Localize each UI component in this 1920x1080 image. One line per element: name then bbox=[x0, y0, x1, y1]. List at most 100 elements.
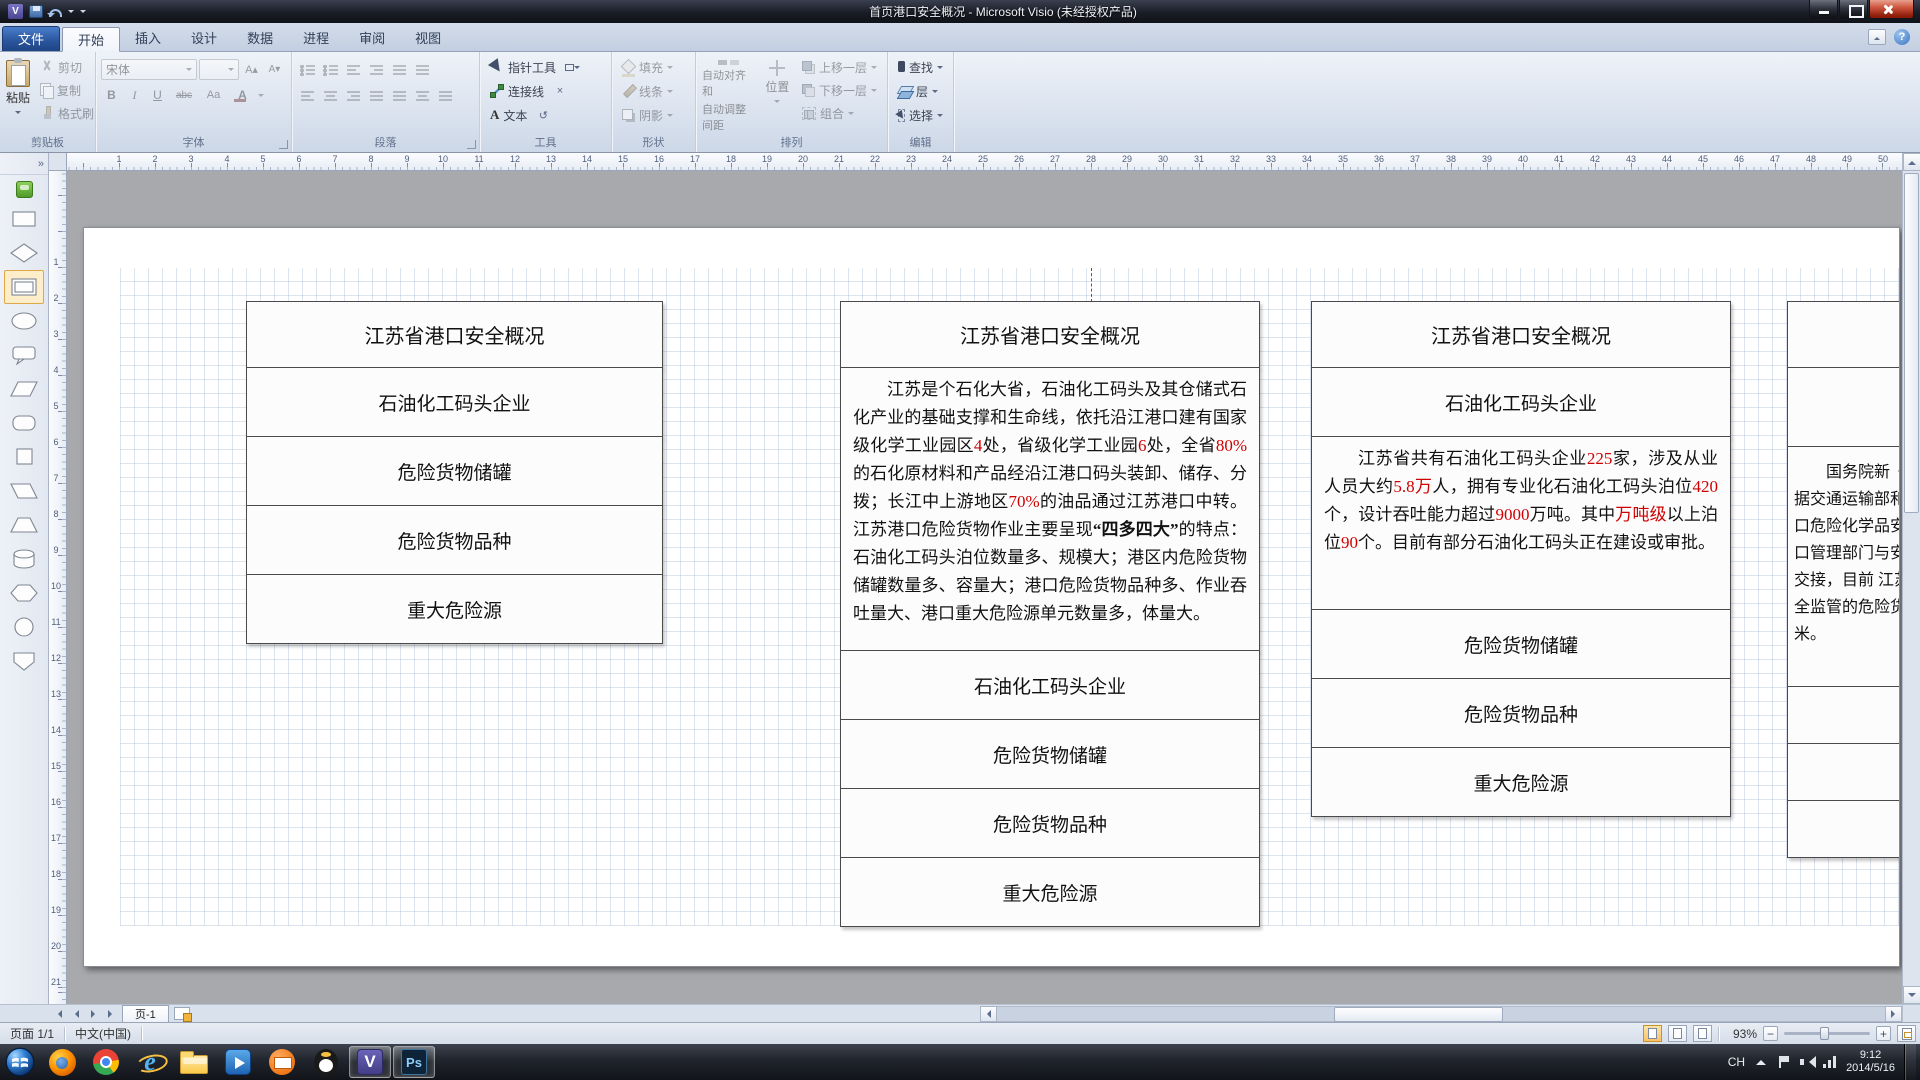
flow-box-menu[interactable]: 重大危险源 bbox=[246, 574, 663, 644]
align-middle-button[interactable] bbox=[412, 86, 433, 106]
drawing-canvas[interactable]: 江苏省港口安全概况石油化工码头企业危险货物储罐危险货物品种重大危险源 江苏省港口… bbox=[67, 171, 1902, 1004]
tab-view[interactable]: 视图 bbox=[400, 26, 456, 51]
flow-box-menu[interactable] bbox=[1787, 743, 1900, 801]
flow-box-title[interactable]: 江苏省港口安全概况 bbox=[1311, 301, 1731, 368]
text-direction-button[interactable] bbox=[412, 60, 433, 80]
font-name-select[interactable]: 宋体 bbox=[101, 59, 197, 80]
increase-indent-button[interactable] bbox=[366, 60, 387, 80]
flow-box-menu[interactable] bbox=[1787, 367, 1900, 447]
action-center-icon[interactable] bbox=[1777, 1055, 1791, 1069]
flow-box-paragraph[interactable]: 国务院新《据交通运输部和口危险化学品安口管理部门与安交接，目前 江苏全监管的危险… bbox=[1787, 446, 1900, 687]
font-color-button[interactable] bbox=[229, 85, 256, 105]
first-page-button[interactable] bbox=[51, 1006, 68, 1022]
change-case-button[interactable] bbox=[200, 85, 227, 105]
find-button[interactable]: 查找 bbox=[893, 56, 948, 78]
taskbar-qq[interactable] bbox=[305, 1046, 347, 1078]
help-icon[interactable] bbox=[1894, 29, 1910, 45]
full-screen-view-button[interactable] bbox=[1668, 1025, 1687, 1042]
start-button[interactable] bbox=[0, 1044, 40, 1080]
underline-button[interactable] bbox=[147, 85, 168, 105]
flow-box-menu[interactable]: 危险货物储罐 bbox=[1311, 609, 1731, 679]
stencil-shape-callout[interactable] bbox=[4, 338, 44, 372]
shadow-button[interactable]: 阴影 bbox=[617, 104, 690, 126]
maximize-button[interactable] bbox=[1839, 0, 1868, 19]
flow-box-menu[interactable]: 重大危险源 bbox=[840, 857, 1260, 927]
minimize-ribbon-icon[interactable] bbox=[1868, 29, 1886, 45]
align-center-button[interactable] bbox=[320, 86, 341, 106]
zoom-in-button[interactable]: + bbox=[1876, 1026, 1891, 1041]
flow-box-title[interactable]: 江苏省港口安全概况 bbox=[246, 301, 663, 368]
stencil-shape-circle[interactable] bbox=[4, 610, 44, 644]
stencil-shape-hexagon[interactable] bbox=[4, 576, 44, 610]
visio-app-icon[interactable] bbox=[8, 4, 23, 19]
decrease-indent-button[interactable] bbox=[343, 60, 364, 80]
shrink-font-button[interactable] bbox=[264, 60, 285, 80]
flow-box-menu[interactable]: 危险货物品种 bbox=[1311, 678, 1731, 748]
horizontal-scrollbar[interactable] bbox=[980, 1006, 1902, 1022]
scroll-right-icon[interactable] bbox=[1885, 1006, 1902, 1022]
stencil-shape-diamond[interactable] bbox=[4, 236, 44, 270]
strikethrough-button[interactable] bbox=[170, 85, 198, 105]
previous-page-button[interactable] bbox=[68, 1006, 85, 1022]
font-dialog-launcher-icon[interactable] bbox=[279, 140, 288, 149]
format-painter-button[interactable]: 格式刷 bbox=[35, 102, 99, 124]
pointer-tool-button[interactable]: 指针工具 bbox=[485, 56, 561, 78]
flow-box-menu[interactable]: 危险货物品种 bbox=[246, 505, 663, 575]
select-button[interactable]: 选择 bbox=[893, 104, 948, 126]
horizontal-scroll-track[interactable] bbox=[997, 1006, 1885, 1022]
hidden-icons-icon[interactable] bbox=[1754, 1055, 1768, 1069]
minimize-button[interactable] bbox=[1809, 0, 1838, 19]
flow-box-menu[interactable]: 危险货物品种 bbox=[840, 788, 1260, 858]
save-icon[interactable] bbox=[29, 5, 43, 18]
flow-box-paragraph[interactable]: 江苏省共有石油化工码头企业225家，涉及从业人员大约5.8万人，拥有专业化石油化… bbox=[1311, 436, 1731, 610]
taskbar-clock[interactable]: 9:12 2014/5/16 bbox=[1846, 1049, 1895, 1075]
normal-view-button[interactable] bbox=[1643, 1025, 1662, 1042]
zoom-slider[interactable] bbox=[1784, 1032, 1870, 1035]
group-button[interactable]: 组合 bbox=[797, 102, 882, 124]
stencil-icon[interactable] bbox=[16, 181, 33, 198]
numbering-button[interactable] bbox=[320, 60, 341, 80]
stencil-shape-trapezoid[interactable] bbox=[4, 508, 44, 542]
vertical-scroll-thumb[interactable] bbox=[1904, 173, 1919, 513]
line-spacing-button[interactable] bbox=[389, 60, 410, 80]
last-page-button[interactable] bbox=[102, 1006, 119, 1022]
line-button[interactable]: 线条 bbox=[617, 80, 690, 102]
scroll-left-icon[interactable] bbox=[980, 1006, 997, 1022]
zoom-out-button[interactable]: − bbox=[1763, 1026, 1778, 1041]
flow-box-menu[interactable]: 危险货物储罐 bbox=[246, 436, 663, 506]
align-left-button[interactable] bbox=[297, 86, 318, 106]
stencil-shape-square[interactable] bbox=[4, 440, 44, 474]
network-icon[interactable] bbox=[1823, 1055, 1837, 1069]
italic-button[interactable] bbox=[124, 85, 145, 105]
vertical-ruler[interactable]: 123456789101112131415161718192021 bbox=[49, 171, 67, 1004]
paste-button[interactable]: 粘贴 bbox=[5, 56, 31, 134]
taskbar-mail[interactable] bbox=[261, 1046, 303, 1078]
fill-button[interactable]: 填充 bbox=[617, 56, 690, 78]
taskbar-explorer[interactable] bbox=[173, 1046, 215, 1078]
layers-button[interactable]: 层 bbox=[893, 80, 948, 102]
taskbar-internet-explorer[interactable] bbox=[129, 1046, 171, 1078]
grow-font-button[interactable] bbox=[241, 60, 262, 80]
tab-review[interactable]: 审阅 bbox=[344, 26, 400, 51]
send-backward-button[interactable]: 下移一层 bbox=[797, 79, 882, 101]
auto-align-button[interactable]: 自动对齐和 自动调整间距 bbox=[701, 56, 758, 134]
taskbar-media-player[interactable] bbox=[217, 1046, 259, 1078]
tab-process[interactable]: 进程 bbox=[288, 26, 344, 51]
stencil-shape-framed-rectangle[interactable] bbox=[4, 270, 44, 304]
horizontal-ruler[interactable]: 1234567891011121314151617181920212223242… bbox=[67, 153, 1902, 171]
flow-box-menu[interactable]: 石油化工码头企业 bbox=[840, 650, 1260, 720]
vertical-scrollbar[interactable] bbox=[1902, 153, 1920, 1004]
connector-tool-button[interactable]: 连接线 bbox=[485, 80, 549, 102]
scroll-up-icon[interactable] bbox=[1903, 153, 1920, 171]
position-button[interactable]: 位置 bbox=[762, 56, 793, 134]
bold-button[interactable] bbox=[101, 85, 122, 105]
align-top-button[interactable] bbox=[389, 86, 410, 106]
next-page-button[interactable] bbox=[85, 1006, 102, 1022]
flow-box-menu[interactable]: 石油化工码头企业 bbox=[1311, 367, 1731, 437]
taskbar-chrome[interactable] bbox=[85, 1046, 127, 1078]
bring-forward-button[interactable]: 上移一层 bbox=[797, 56, 882, 78]
font-size-select[interactable] bbox=[199, 59, 239, 80]
page-indicator[interactable]: 页面 1/1 bbox=[0, 1025, 64, 1042]
flow-box-paragraph[interactable]: 江苏是个石化大省，石油化工码头及其仓储式石化产业的基础支撑和生命线，依托沿江港口… bbox=[840, 367, 1260, 651]
page-tab[interactable]: 页-1 bbox=[122, 1005, 169, 1022]
